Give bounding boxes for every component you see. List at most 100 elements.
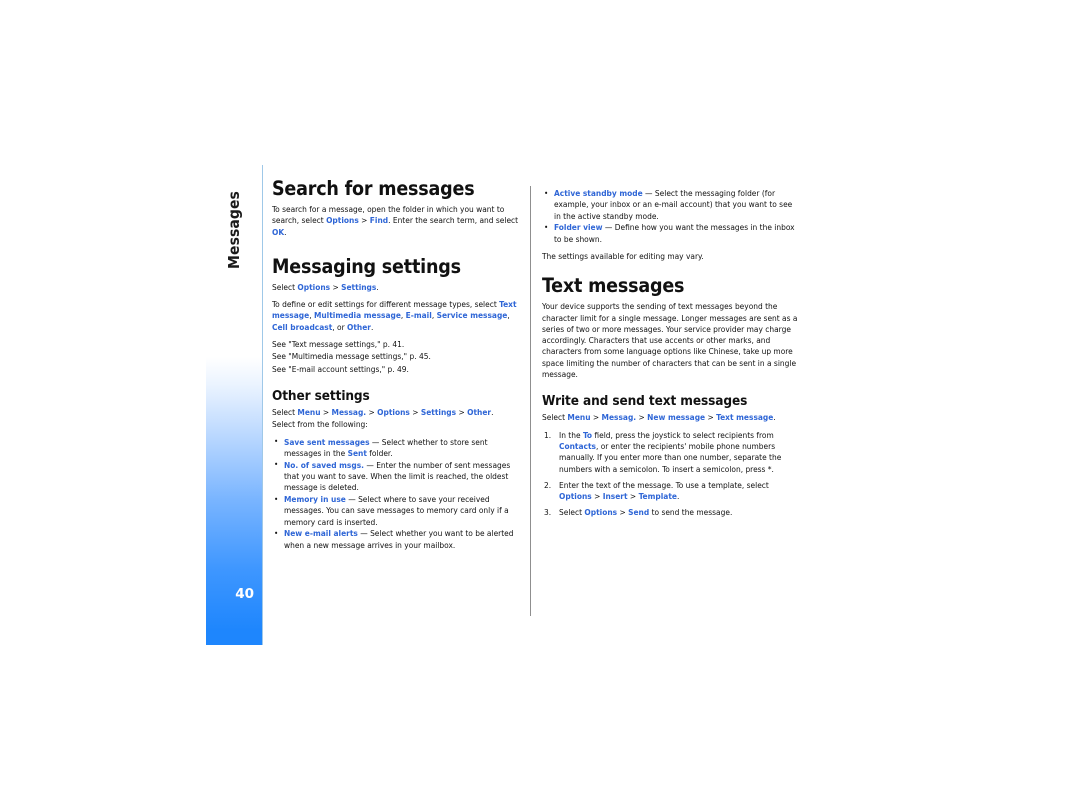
document-page: Messages 40 Search for messages To searc… [0,0,1080,810]
heading-other-settings: Other settings [272,387,370,404]
ui-settings: Settings [341,281,377,292]
paragraph-text-messages-overview: Your device supports the sending of text… [542,301,798,380]
page-number: 40 [235,586,254,602]
list-item: New e-mail alerts — Select whether you w… [272,528,524,551]
ui-messag: Messag. [601,412,637,423]
sep-gt: > [590,412,602,423]
ui-insert: Insert [602,491,628,502]
paragraph-select-menu-path-other: Select Menu > Messag. > Options > Settin… [272,407,524,418]
list-item: Save sent messages — Select whether to s… [272,436,524,460]
ui-to-field: To [582,429,593,440]
bullet-dash: — [345,494,359,505]
ui-options: Options [584,507,618,518]
heading-search-for-messages: Search for messages [272,177,475,200]
bullet-term: New e-mail alerts [284,528,358,539]
ui-settings: Settings [420,406,457,417]
sep-gt: > [617,507,629,518]
chapter-tab-messages: Messages [206,165,262,295]
list-item: No. of saved msgs. — Enter the number of… [272,459,524,494]
other-settings-bullet-list: Save sent messages — Select whether to s… [272,436,524,551]
bullet-dash: — [369,436,382,447]
sep-gt: > [320,406,332,417]
chapter-tab-label: Messages [225,191,243,269]
sep-gt: > [366,406,378,417]
step-text-part3: to send the message. [649,507,733,518]
paragraph-settings-availability-note: The settings available for editing may v… [542,250,704,261]
ui-new-message: New message [647,412,706,423]
select-suffix: . [491,406,494,417]
define-text-part1: To define or edit settings for different… [272,299,500,310]
sep-gt: > [456,406,468,417]
paragraph-define-edit-settings: To define or edit settings for different… [272,299,524,333]
paragraph-select-from-following: Select from the following: [272,419,368,430]
define-text-part2: . [371,321,374,332]
sep-or: , or [332,321,348,332]
select-prefix: Select [272,281,298,292]
select-prefix: Select [272,406,298,417]
ui-find: Find [369,215,389,226]
search-text-part2: . Enter the search term, and select [388,215,519,226]
cross-reference-text-message-settings: See "Text message settings," p. 41. [272,339,405,350]
ui-options: Options [297,281,331,292]
bullet-term: Folder view [554,222,603,233]
sep-gt: > [358,215,370,226]
cross-reference-email-account-settings: See "E-mail account settings," p. 49. [272,363,409,374]
heading-text-messages: Text messages [542,274,685,298]
ui-other: Other [347,321,371,332]
cross-reference-multimedia-message-settings: See "Multimedia message settings," p. 45… [272,351,431,362]
list-item: Select Options > Send to send the messag… [542,507,798,519]
ui-cell-broadcast: Cell broadcast [272,321,333,332]
paragraph-select-options-settings: Select Options > Settings. [272,282,524,293]
step-text-part2: field, press the joystick to select reci… [592,429,774,440]
sep-gt: > [627,491,639,502]
ui-other: Other [467,406,492,417]
ui-ok: OK [272,226,285,237]
paragraph-select-menu-path-new-text-message: Select Menu > Messag. > New message > Te… [542,412,798,423]
select-suffix: . [376,281,379,292]
column-divider-rule [530,186,531,616]
list-item: Folder view — Define how you want the me… [542,222,798,245]
ui-options: Options [559,491,592,502]
sep-gt: > [591,491,603,502]
continued-settings-bullet-list: Active standby mode — Select the messagi… [542,188,798,245]
bullet-term: Active standby mode [554,188,643,198]
left-column-rule [262,165,263,645]
list-item: Memory in use — Select where to save you… [272,494,524,528]
search-text-part3: . [284,226,287,237]
sep-comma: , [507,310,510,321]
ui-template: Template [638,491,677,502]
ui-options: Options [377,406,410,417]
step-text-part1: Select [559,507,585,518]
select-suffix: . [773,412,776,423]
ui-multimedia-message: Multimedia message [313,310,401,321]
sep-gt: > [705,412,717,423]
step-text-part4: . [676,491,680,502]
bullet-dash: — [602,222,615,233]
bullet-text-tail: folder. [366,447,393,458]
ui-messag: Messag. [331,406,367,417]
step-text-part1: In the [559,429,583,440]
ui-menu: Menu [297,406,321,417]
ui-service-message: Service message [436,310,508,321]
write-send-steps-list: In the To field, press the joystick to s… [542,430,798,519]
bullet-dash: — [357,528,371,539]
select-prefix: Select [542,412,568,423]
list-item: Active standby mode — Select the messagi… [542,188,798,222]
paragraph-search-instructions: To search for a message, open the folder… [272,204,524,238]
list-item: In the To field, press the joystick to s… [542,430,798,475]
sep-gt: > [330,281,342,292]
step-text-part1: Enter the text of the message. To use a … [559,479,769,490]
ui-text-message: Text message [716,412,774,423]
list-item: Enter the text of the message. To use a … [542,480,798,503]
bullet-dash: — [363,459,377,470]
left-text-column: Search for messages To search for a mess… [272,178,524,557]
ui-contacts: Contacts [559,440,596,451]
ui-e-mail: E-mail [405,310,432,321]
bullet-term: Memory in use [284,494,346,505]
right-text-column: Active standby mode — Select the messagi… [542,188,798,524]
heading-write-and-send-text-messages: Write and send text messages [542,393,748,410]
ui-menu: Menu [567,412,591,423]
ui-sent: Sent [347,447,367,458]
heading-messaging-settings: Messaging settings [272,254,461,278]
sep-gt: > [636,412,648,423]
